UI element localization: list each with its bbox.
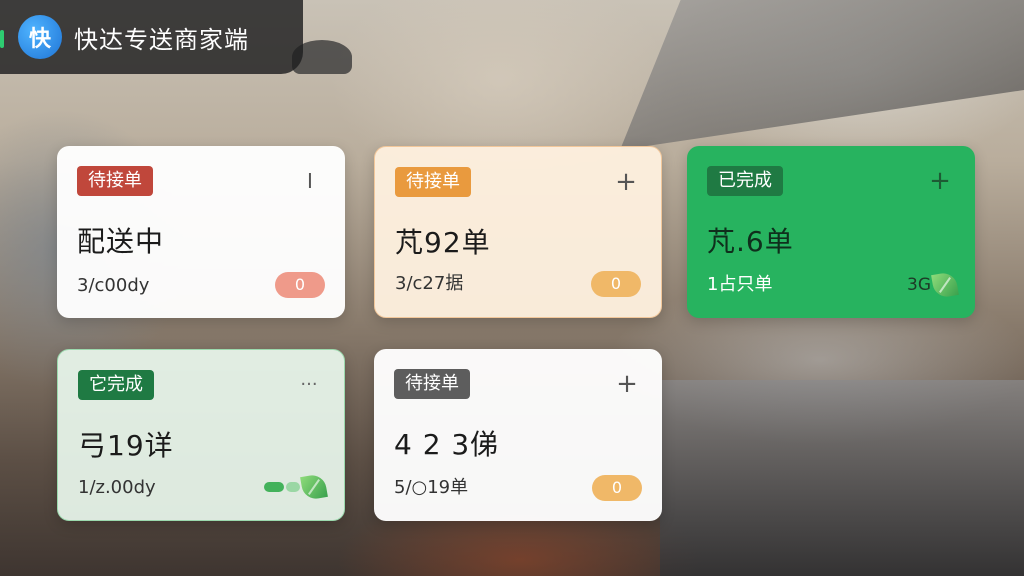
- status-badge: 待接单: [395, 167, 471, 197]
- stove-counter-blur: [660, 380, 1024, 576]
- card-sub-text: 3/c27据: [395, 273, 464, 294]
- app-logo-icon[interactable]: 快: [18, 15, 62, 59]
- menu-bar-icon[interactable]: I: [297, 168, 323, 194]
- plus-icon[interactable]: +: [613, 169, 639, 195]
- toggle-track-light-icon: [286, 482, 300, 492]
- order-card-4[interactable]: 它完成 ··· 弓19详 1/z.00dy: [57, 349, 345, 521]
- status-badge: 它完成: [78, 370, 154, 400]
- card-sub-text: 3/c00dy: [77, 275, 150, 296]
- leaf-count-value: 3G: [907, 275, 931, 295]
- leaf-icon: [300, 473, 328, 501]
- card-main-text: 配送中: [77, 225, 165, 258]
- card-sub-text: 1/z.00dy: [78, 477, 156, 498]
- card-main-text: 芃92单: [395, 226, 491, 259]
- logo-glyph: 快: [28, 27, 51, 52]
- card-main-text: 4 2 3俤: [394, 428, 500, 461]
- header-accent-bar: [0, 30, 4, 48]
- leaf-toggle[interactable]: [264, 472, 328, 502]
- status-badge: 已完成: [707, 166, 783, 196]
- plus-icon[interactable]: +: [614, 371, 640, 397]
- order-card-3[interactable]: 已完成 + 芃.6单 1占只单 3G: [687, 146, 975, 318]
- plus-icon[interactable]: +: [927, 168, 953, 194]
- leaf-icon: [931, 271, 959, 299]
- count-pill[interactable]: 0: [592, 475, 642, 501]
- order-card-2[interactable]: 待接单 + 芃92单 3/c27据 0: [374, 146, 662, 318]
- toggle-track-icon: [264, 482, 284, 492]
- count-pill[interactable]: 0: [275, 272, 325, 298]
- order-card-1[interactable]: 待接单 I 配送中 3/c00dy 0: [57, 146, 345, 318]
- status-badge: 待接单: [77, 166, 153, 196]
- range-hood-blur: [620, 0, 1024, 150]
- card-main-text: 弓19详: [78, 429, 174, 462]
- card-sub-text: 5/○19单: [394, 477, 469, 498]
- more-icon[interactable]: ···: [296, 372, 322, 398]
- count-pill[interactable]: 0: [591, 271, 641, 297]
- app-header: 快 快达专送商家端: [0, 0, 303, 74]
- app-title: 快达专送商家端: [74, 25, 249, 54]
- status-badge: 待接单: [394, 369, 470, 399]
- card-main-text: 芃.6单: [707, 225, 794, 258]
- order-card-5[interactable]: 待接单 + 4 2 3俤 5/○19单 0: [374, 349, 662, 521]
- leaf-count-pill[interactable]: 3G: [907, 270, 959, 300]
- card-sub-text: 1占只单: [707, 274, 773, 295]
